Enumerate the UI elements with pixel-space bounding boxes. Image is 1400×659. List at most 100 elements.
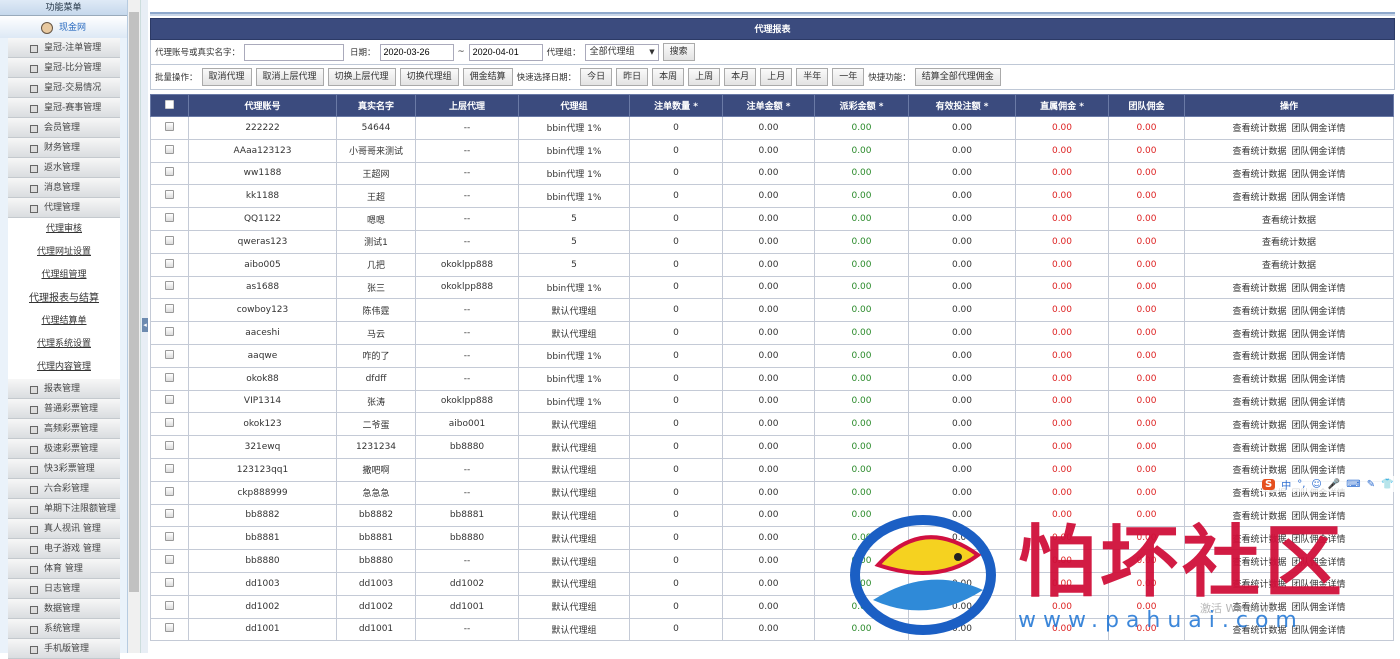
row-checkbox[interactable] bbox=[165, 464, 174, 473]
sidebar-menu-item[interactable]: 返水管理 bbox=[8, 158, 120, 178]
row-checkbox[interactable] bbox=[165, 578, 174, 587]
team-commission-details-link[interactable]: 团队佣金详情 bbox=[1291, 535, 1345, 545]
settle-all-commission-button[interactable]: 结算全部代理佣金 bbox=[915, 68, 1001, 86]
team-commission-details-link[interactable]: 团队佣金详情 bbox=[1291, 626, 1345, 636]
team-commission-details-link[interactable]: 团队佣金详情 bbox=[1291, 603, 1345, 613]
row-checkbox[interactable] bbox=[165, 122, 174, 131]
team-commission-details-link[interactable]: 团队佣金详情 bbox=[1291, 193, 1345, 203]
row-checkbox[interactable] bbox=[165, 167, 174, 176]
sidebar-submenu-link[interactable]: 代理组管理 bbox=[8, 264, 120, 287]
batch-action-button[interactable]: 切换上层代理 bbox=[328, 68, 396, 86]
view-stats-link[interactable]: 查看统计数据 bbox=[1233, 193, 1287, 203]
row-checkbox[interactable] bbox=[165, 623, 174, 632]
view-stats-link[interactable]: 查看统计数据 bbox=[1233, 558, 1287, 568]
skin-icon[interactable]: 👕 bbox=[1381, 479, 1393, 490]
ime-toolbar[interactable]: S 中 °, ☺ 🎤 ⌨ ✎ 👕 bbox=[1262, 476, 1394, 492]
team-commission-details-link[interactable]: 团队佣金详情 bbox=[1291, 398, 1345, 408]
column-header[interactable]: 派彩金额 * bbox=[815, 95, 909, 117]
view-stats-link[interactable]: 查看统计数据 bbox=[1233, 626, 1287, 636]
sidebar-menu-item[interactable]: 单期下注限额管理 bbox=[8, 499, 120, 519]
view-stats-link[interactable]: 查看统计数据 bbox=[1233, 421, 1287, 431]
sidebar-scrollbar[interactable] bbox=[128, 0, 140, 653]
sidebar-menu-item[interactable]: 数据管理 bbox=[8, 599, 120, 619]
view-stats-link[interactable]: 查看统计数据 bbox=[1233, 147, 1287, 157]
team-commission-details-link[interactable]: 团队佣金详情 bbox=[1291, 330, 1345, 340]
column-header[interactable]: 有效投注额 * bbox=[909, 95, 1016, 117]
row-checkbox[interactable] bbox=[165, 304, 174, 313]
row-checkbox[interactable] bbox=[165, 281, 174, 290]
team-commission-details-link[interactable]: 团队佣金详情 bbox=[1291, 147, 1345, 157]
sidebar-menu-item[interactable]: 快3彩票管理 bbox=[8, 459, 120, 479]
batch-action-button[interactable]: 取消代理 bbox=[202, 68, 252, 86]
view-stats-link[interactable]: 查看统计数据 bbox=[1233, 170, 1287, 180]
date-from-input[interactable] bbox=[380, 44, 454, 61]
batch-action-button[interactable]: 切换代理组 bbox=[400, 68, 459, 86]
sidebar-menu-item[interactable]: 体育 管理 bbox=[8, 559, 120, 579]
sidebar-menu-item[interactable]: 皇冠-交易情况 bbox=[8, 78, 120, 98]
batch-action-button[interactable]: 佣金结算 bbox=[463, 68, 513, 86]
team-commission-details-link[interactable]: 团队佣金详情 bbox=[1291, 352, 1345, 362]
sidebar-menu-item[interactable]: 电子游戏 管理 bbox=[8, 539, 120, 559]
row-checkbox[interactable] bbox=[165, 373, 174, 382]
select-all-checkbox[interactable] bbox=[165, 100, 174, 109]
team-commission-details-link[interactable]: 团队佣金详情 bbox=[1291, 170, 1345, 180]
ime-mode[interactable]: 中 bbox=[1281, 477, 1291, 492]
view-stats-link[interactable]: 查看统计数据 bbox=[1233, 603, 1287, 613]
sidebar-menu-item[interactable]: 极速彩票管理 bbox=[8, 439, 120, 459]
row-checkbox[interactable] bbox=[165, 236, 174, 245]
ime-punct[interactable]: °, bbox=[1297, 479, 1305, 490]
sidebar-menu-item[interactable]: 六合彩管理 bbox=[8, 479, 120, 499]
sidebar-menu-item[interactable]: 皇冠-赛事管理 bbox=[8, 98, 120, 118]
view-stats-link[interactable]: 查看统计数据 bbox=[1262, 261, 1316, 271]
row-checkbox[interactable] bbox=[165, 418, 174, 427]
quick-date-button[interactable]: 一年 bbox=[832, 68, 864, 86]
view-stats-link[interactable]: 查看统计数据 bbox=[1233, 124, 1287, 134]
sidebar-menu-item[interactable]: 手机版管理 bbox=[8, 639, 120, 659]
row-checkbox[interactable] bbox=[165, 145, 174, 154]
sidebar-submenu-link[interactable]: 代理内容管理 bbox=[8, 356, 120, 379]
column-header[interactable]: 注单金额 * bbox=[723, 95, 815, 117]
row-checkbox[interactable] bbox=[165, 190, 174, 199]
batch-action-button[interactable]: 取消上层代理 bbox=[256, 68, 324, 86]
view-stats-link[interactable]: 查看统计数据 bbox=[1233, 444, 1287, 454]
row-checkbox[interactable] bbox=[165, 487, 174, 496]
row-checkbox[interactable] bbox=[165, 441, 174, 450]
tools-icon[interactable]: ✎ bbox=[1367, 479, 1375, 490]
view-stats-link[interactable]: 查看统计数据 bbox=[1233, 580, 1287, 590]
sidebar-submenu-link[interactable]: 代理结算单 bbox=[8, 310, 120, 333]
view-stats-link[interactable]: 查看统计数据 bbox=[1262, 216, 1316, 226]
sidebar-menu-item[interactable]: 报表管理 bbox=[8, 379, 120, 399]
sidebar-menu-item[interactable]: 消息管理 bbox=[8, 178, 120, 198]
row-checkbox[interactable] bbox=[165, 509, 174, 518]
team-commission-details-link[interactable]: 团队佣金详情 bbox=[1291, 466, 1345, 476]
microphone-icon[interactable]: 🎤 bbox=[1328, 479, 1340, 490]
view-stats-link[interactable]: 查看统计数据 bbox=[1233, 466, 1287, 476]
row-checkbox[interactable] bbox=[165, 213, 174, 222]
team-commission-details-link[interactable]: 团队佣金详情 bbox=[1291, 375, 1345, 385]
sidebar-menu-item[interactable]: 代理管理 bbox=[8, 198, 120, 218]
sidebar-submenu-link[interactable]: 代理系统设置 bbox=[8, 333, 120, 356]
column-header[interactable]: 直属佣金 * bbox=[1016, 95, 1109, 117]
sidebar-menu-item[interactable]: 普通彩票管理 bbox=[8, 399, 120, 419]
sidebar-menu-item[interactable]: 高频彩票管理 bbox=[8, 419, 120, 439]
scrollbar-thumb[interactable] bbox=[129, 12, 139, 592]
view-stats-link[interactable]: 查看统计数据 bbox=[1233, 307, 1287, 317]
quick-date-button[interactable]: 上周 bbox=[688, 68, 720, 86]
view-stats-link[interactable]: 查看统计数据 bbox=[1233, 512, 1287, 522]
row-checkbox[interactable] bbox=[165, 555, 174, 564]
view-stats-link[interactable]: 查看统计数据 bbox=[1233, 330, 1287, 340]
row-checkbox[interactable] bbox=[165, 601, 174, 610]
sidebar-menu-item[interactable]: 财务管理 bbox=[8, 138, 120, 158]
sidebar-splitter[interactable]: ◂ bbox=[140, 0, 148, 653]
group-select[interactable]: 全部代理组 bbox=[585, 44, 659, 61]
row-checkbox[interactable] bbox=[165, 395, 174, 404]
sidebar-submenu-link[interactable]: 代理网址设置 bbox=[8, 241, 120, 264]
quick-date-button[interactable]: 昨日 bbox=[616, 68, 648, 86]
row-checkbox[interactable] bbox=[165, 350, 174, 359]
sidebar-menu-item[interactable]: 日志管理 bbox=[8, 579, 120, 599]
sidebar-menu-item[interactable]: 皇冠-注单管理 bbox=[8, 38, 120, 58]
team-commission-details-link[interactable]: 团队佣金详情 bbox=[1291, 124, 1345, 134]
team-commission-details-link[interactable]: 团队佣金详情 bbox=[1291, 307, 1345, 317]
view-stats-link[interactable]: 查看统计数据 bbox=[1233, 284, 1287, 294]
team-commission-details-link[interactable]: 团队佣金详情 bbox=[1291, 558, 1345, 568]
